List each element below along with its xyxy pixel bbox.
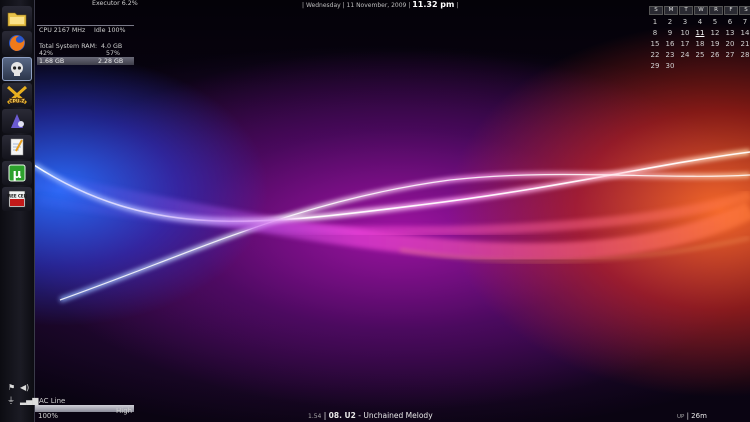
calendar-day[interactable]: 12 <box>708 29 722 37</box>
calendar-day[interactable]: 6 <box>723 18 737 26</box>
calendar-day[interactable]: 23 <box>663 51 677 59</box>
track-artist: 08. U2 <box>328 411 356 420</box>
calendar-weekday-header: R <box>709 6 723 15</box>
calendar-day[interactable]: 21 <box>738 40 750 48</box>
calendar-day[interactable]: 13 <box>723 29 737 37</box>
volume-icon[interactable]: ◀) <box>20 384 29 392</box>
dock-freecell-button[interactable]: FREE CELL <box>2 187 32 211</box>
cpu-speed-label: CPU 2167 MHz <box>39 27 86 34</box>
folder-icon <box>7 12 27 27</box>
battery-level-label: High <box>116 407 133 415</box>
calendar-day[interactable]: 2 <box>663 18 677 26</box>
calendar-day[interactable]: 3 <box>678 18 692 26</box>
calendar-day[interactable]: 18 <box>693 40 707 48</box>
dock-notepad-button[interactable] <box>2 135 32 159</box>
monitor-divider <box>37 25 134 26</box>
dock-folder-button[interactable] <box>2 6 32 30</box>
ram-used-percent: 42% <box>39 50 53 57</box>
calendar-day[interactable]: 1 <box>648 18 662 26</box>
power-source-label: AC Line <box>39 397 66 405</box>
dock-skull-app-button[interactable] <box>2 57 32 81</box>
ram-used-value: 1.68 GB <box>39 58 65 65</box>
calendar-day[interactable]: 14 <box>738 29 750 37</box>
calendar-day[interactable]: 24 <box>678 51 692 59</box>
calendar-day[interactable]: 15 <box>648 40 662 48</box>
system-tray: ⚑ ◀) ⏚ ▂▄▆ <box>3 382 38 412</box>
calendar-day[interactable]: 20 <box>723 40 737 48</box>
calendar-day[interactable]: 5 <box>708 18 722 26</box>
top-process-label: Executor 6.2% <box>92 0 138 7</box>
calendar-weekday-header: S <box>739 6 750 15</box>
clock-time: 11.32 pm <box>412 0 455 9</box>
wizard-app-icon <box>11 114 24 128</box>
freecell-icon: FREE CELL <box>7 190 27 208</box>
calendar-weekday-header: T <box>679 6 693 15</box>
calendar-day[interactable]: 29 <box>648 62 662 70</box>
freecell-glyph: FREE CELL <box>7 194 27 199</box>
utorrent-glyph: µ <box>13 167 22 181</box>
dock-wizard-app-button[interactable] <box>2 109 32 133</box>
utorrent-icon: µ <box>8 164 26 182</box>
calendar-day[interactable]: 4 <box>693 18 707 26</box>
calendar-weekday-header: F <box>724 6 738 15</box>
firefox-icon <box>9 35 25 51</box>
clock-date: 11 November, 2009 <box>346 2 407 9</box>
calendar-weekday-header: M <box>664 6 678 15</box>
calendar-weekday-header: S <box>649 6 663 15</box>
power-plug-icon[interactable]: ⏚ <box>7 397 15 405</box>
calendar-day[interactable]: 7 <box>738 18 750 26</box>
dock-firefox-button[interactable] <box>2 31 32 55</box>
side-dock: CPU-Z µ FREE CELL ⚑ ◀) ⏚ ▂▄▆ <box>0 0 38 422</box>
clock-day: Wednesday <box>305 2 341 9</box>
flag-icon[interactable]: ⚑ <box>8 384 15 392</box>
calendar-day[interactable]: 19 <box>708 40 722 48</box>
track-title: Unchained Melody <box>363 411 433 420</box>
calendar-day[interactable]: 8 <box>648 29 662 37</box>
ram-free-value: 2.28 GB <box>98 58 124 65</box>
track-elapsed: 1.54 <box>308 413 322 420</box>
calendar-weekday-header: W <box>694 6 708 15</box>
dock-cpuz-button[interactable]: CPU-Z <box>2 83 32 107</box>
skull-app-icon <box>11 62 23 76</box>
calendar-day[interactable]: 22 <box>648 51 662 59</box>
svg-text:CPU-Z: CPU-Z <box>9 98 25 104</box>
calendar-day[interactable]: 16 <box>663 40 677 48</box>
ram-total-value: 4.0 GB <box>101 43 123 50</box>
calendar-day[interactable]: 28 <box>738 51 750 59</box>
calendar-day[interactable]: 10 <box>678 29 692 37</box>
calendar-day[interactable]: 9 <box>663 29 677 37</box>
cpuz-icon: CPU-Z <box>7 85 27 104</box>
uptime-value: 26m <box>691 412 707 420</box>
date-time-bar: | Wednesday | 11 November, 2009 | 11.32 … <box>302 0 459 9</box>
ram-total-label: Total System RAM: <box>39 43 98 50</box>
ram-free-percent: 57% <box>106 50 120 57</box>
calendar-day[interactable]: 27 <box>723 51 737 59</box>
battery-percent: 100% <box>38 412 59 420</box>
uptime-widget: UP | 26m <box>677 412 707 420</box>
calendar-day[interactable]: 30 <box>663 62 677 70</box>
calendar-day[interactable]: 25 <box>693 51 707 59</box>
calendar-day[interactable]: 26 <box>708 51 722 59</box>
signal-bars-icon[interactable]: ▂▄▆ <box>20 397 38 405</box>
calendar-today[interactable]: 11 <box>693 29 707 37</box>
dock-utorrent-button[interactable]: µ <box>2 161 32 185</box>
notepad-icon <box>10 138 24 156</box>
now-playing-bar[interactable]: 1.54 | 08. U2 - Unchained Melody <box>308 411 433 420</box>
cpu-idle-label: Idle 100% <box>94 27 126 34</box>
uptime-label: UP <box>677 414 685 420</box>
calendar-day[interactable]: 17 <box>678 40 692 48</box>
